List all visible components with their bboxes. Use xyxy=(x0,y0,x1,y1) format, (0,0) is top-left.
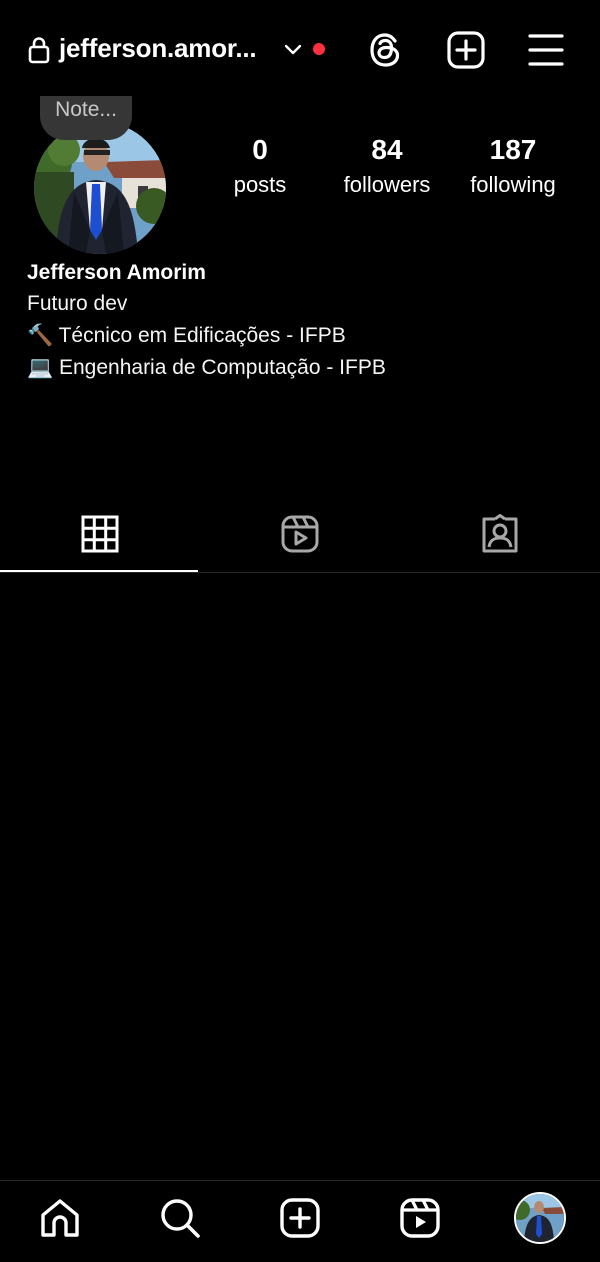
tab-reels[interactable] xyxy=(200,500,400,572)
stat-followers[interactable]: 84 followers xyxy=(322,134,452,198)
tagged-icon xyxy=(482,514,518,553)
tab-posts-grid[interactable] xyxy=(0,500,200,572)
stat-value: 0 xyxy=(252,134,268,165)
profile-full-name: Jefferson Amorim xyxy=(27,261,206,284)
nav-reels[interactable] xyxy=(398,1196,442,1240)
bio-line: Futuro dev xyxy=(27,292,128,315)
profile-avatar[interactable] xyxy=(34,122,166,254)
top-bar: jefferson.amor... xyxy=(0,0,600,96)
stat-label: posts xyxy=(233,172,287,197)
create-icon[interactable] xyxy=(446,30,486,70)
bottom-nav-divider xyxy=(0,1180,600,1181)
home-icon xyxy=(41,1199,79,1237)
tabs-divider xyxy=(0,572,600,573)
notification-dot xyxy=(313,43,325,55)
note-text: Note... xyxy=(55,98,117,121)
stat-following[interactable]: 187 following xyxy=(448,134,578,198)
threads-icon[interactable] xyxy=(366,30,406,70)
create-icon xyxy=(280,1198,320,1238)
chevron-down-icon[interactable] xyxy=(283,40,303,60)
account-username[interactable]: jefferson.amor... xyxy=(59,33,257,64)
grid-icon xyxy=(81,515,119,553)
nav-search[interactable] xyxy=(158,1196,202,1240)
nav-home[interactable] xyxy=(38,1196,82,1240)
search-icon xyxy=(161,1199,200,1238)
nav-profile-avatar[interactable] xyxy=(514,1192,566,1244)
stat-label: following xyxy=(470,172,556,197)
stat-value: 84 xyxy=(371,134,403,165)
note-bubble[interactable]: Note... xyxy=(40,96,132,140)
nav-create[interactable] xyxy=(278,1196,322,1240)
bio-line: 🔨 Técnico em Edificações - IFPB xyxy=(27,324,346,347)
stat-value: 187 xyxy=(489,134,537,165)
stat-label: followers xyxy=(343,172,431,197)
reels-icon xyxy=(281,515,319,553)
menu-icon[interactable] xyxy=(526,31,566,69)
lock-icon xyxy=(28,36,50,64)
bio-line: 💻 Engenharia de Computação - IFPB xyxy=(27,356,386,379)
reels-icon xyxy=(400,1198,440,1238)
tab-tagged[interactable] xyxy=(400,500,600,572)
stat-posts[interactable]: 0 posts xyxy=(195,134,325,198)
